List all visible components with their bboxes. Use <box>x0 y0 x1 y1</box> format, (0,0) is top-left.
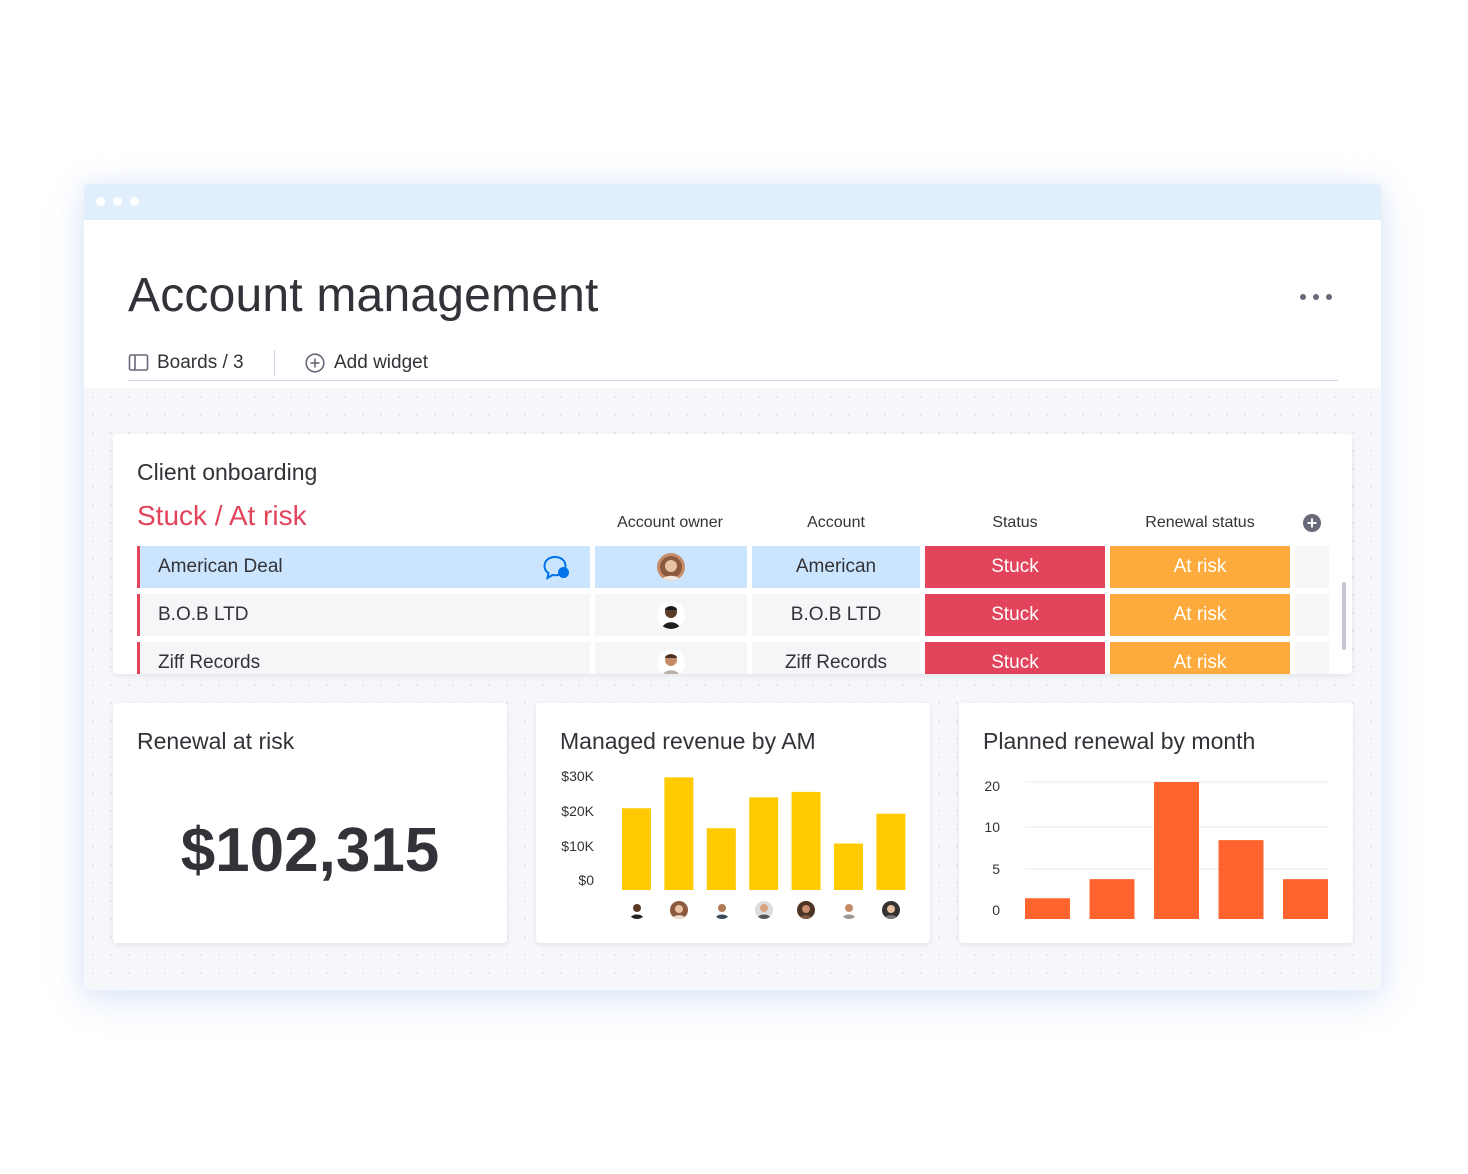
more-horizontal-icon <box>1300 294 1306 300</box>
account-cell[interactable]: American <box>752 546 920 588</box>
column-header-account-owner[interactable]: Account owner <box>595 514 745 532</box>
item-name: American Deal <box>158 556 283 577</box>
window-titlebar <box>84 184 1381 220</box>
add-update-chat-icon[interactable] <box>542 554 572 582</box>
renewal-at-risk-value: $102,315 <box>180 816 440 885</box>
renewal-widget-title: Renewal at risk <box>137 728 295 754</box>
empty-cell <box>1295 546 1329 588</box>
column-header-account[interactable]: Account <box>752 514 920 532</box>
avatar <box>797 901 815 919</box>
planned-renewal-widget: Planned renewal by month 0 5 10 20 <box>959 703 1353 943</box>
account-owner-cell[interactable] <box>595 546 747 588</box>
y-tick-label: 0 <box>992 902 1000 918</box>
more-dot <box>1326 294 1332 300</box>
avatar <box>670 901 688 919</box>
window-minimize-dot[interactable] <box>113 197 122 206</box>
add-widget-button[interactable]: Add widget <box>304 350 428 376</box>
y-tick-label: $10K <box>561 838 594 854</box>
more-options-button[interactable] <box>1296 288 1336 308</box>
renewal-bar[interactable] <box>1154 782 1199 919</box>
toolbar-divider <box>274 350 275 376</box>
account-cell[interactable]: B.O.B LTD <box>752 594 920 636</box>
avatar <box>882 901 900 919</box>
status-cell[interactable]: Stuck <box>925 642 1105 674</box>
avatar <box>840 901 858 919</box>
revenue-bar[interactable] <box>706 828 736 890</box>
managed-revenue-widget: Managed revenue by AM $0 $10K $20K $30K <box>536 703 930 943</box>
avatar <box>657 649 685 674</box>
boards-label: Boards / 3 <box>157 352 244 373</box>
y-tick-label: $0 <box>578 872 594 888</box>
avatar <box>657 601 685 629</box>
empty-cell <box>1295 594 1329 636</box>
boards-panel-icon <box>128 354 149 371</box>
renewal-status-cell[interactable]: At risk <box>1110 594 1290 636</box>
window-maximize-dot[interactable] <box>130 197 139 206</box>
renewal-bar[interactable] <box>1089 879 1135 919</box>
item-name: B.O.B LTD <box>158 604 249 625</box>
account-owner-cell[interactable] <box>595 594 747 636</box>
status-cell[interactable]: Stuck <box>925 594 1105 636</box>
boards-button[interactable]: Boards / 3 <box>128 350 244 376</box>
column-header-renewal-status[interactable]: Renewal status <box>1110 514 1290 532</box>
planned-renewal-bar-chart: 0 5 10 20 <box>984 778 1328 919</box>
empty-cell <box>1295 642 1329 674</box>
renewal-status-cell[interactable]: At risk <box>1110 642 1290 674</box>
add-circle-icon <box>305 353 325 373</box>
group-title: Stuck / At risk <box>137 500 307 531</box>
avatar <box>628 901 646 919</box>
account-cell[interactable]: Ziff Records <box>752 642 920 674</box>
item-name-cell[interactable]: Ziff Records <box>137 642 590 674</box>
renewal-at-risk-widget: Renewal at risk $102,315 <box>113 703 507 943</box>
add-widget-label: Add widget <box>334 352 429 373</box>
renewal-bar[interactable] <box>1218 840 1264 919</box>
status-cell[interactable]: Stuck <box>925 546 1105 588</box>
app-window: Account management Boards / 3 Add widget <box>84 184 1381 990</box>
y-tick-label: 5 <box>992 861 1000 877</box>
revenue-bar[interactable] <box>622 808 651 890</box>
revenue-bar[interactable] <box>834 843 863 890</box>
scrollbar[interactable] <box>1342 582 1346 650</box>
revenue-bar[interactable] <box>664 777 694 890</box>
revenue-bar[interactable] <box>876 813 906 890</box>
renewal-bar[interactable] <box>1283 879 1328 919</box>
y-tick-label: $20K <box>561 803 594 819</box>
y-tick-label: 20 <box>984 778 1000 794</box>
add-column-icon[interactable] <box>1302 513 1322 533</box>
item-name: Ziff Records <box>158 652 261 673</box>
column-header-status[interactable]: Status <box>925 514 1105 532</box>
avatar <box>657 553 685 581</box>
board-widget-title: Client onboarding <box>137 459 318 485</box>
client-onboarding-widget: Client onboarding Stuck / At risk Accoun… <box>113 434 1352 674</box>
renewal-status-cell[interactable]: At risk <box>1110 546 1290 588</box>
item-name-cell[interactable]: B.O.B LTD <box>137 594 590 636</box>
window-close-dot[interactable] <box>96 197 105 206</box>
revenue-bar[interactable] <box>791 791 821 890</box>
page-title: Account management <box>128 269 599 322</box>
avatar <box>713 901 731 919</box>
y-tick-label: $30K <box>561 768 594 784</box>
avatar <box>755 901 773 919</box>
page-header: Account management Boards / 3 Add widget <box>84 220 1381 388</box>
more-dot <box>1313 294 1319 300</box>
revenue-bar[interactable] <box>749 797 779 890</box>
account-owner-cell[interactable] <box>595 642 747 674</box>
item-name-cell[interactable]: American Deal <box>137 546 590 588</box>
header-divider <box>128 380 1338 381</box>
y-tick-label: 10 <box>984 819 1000 835</box>
renewal-bar[interactable] <box>1025 898 1070 919</box>
am-avatar-row <box>628 901 921 921</box>
